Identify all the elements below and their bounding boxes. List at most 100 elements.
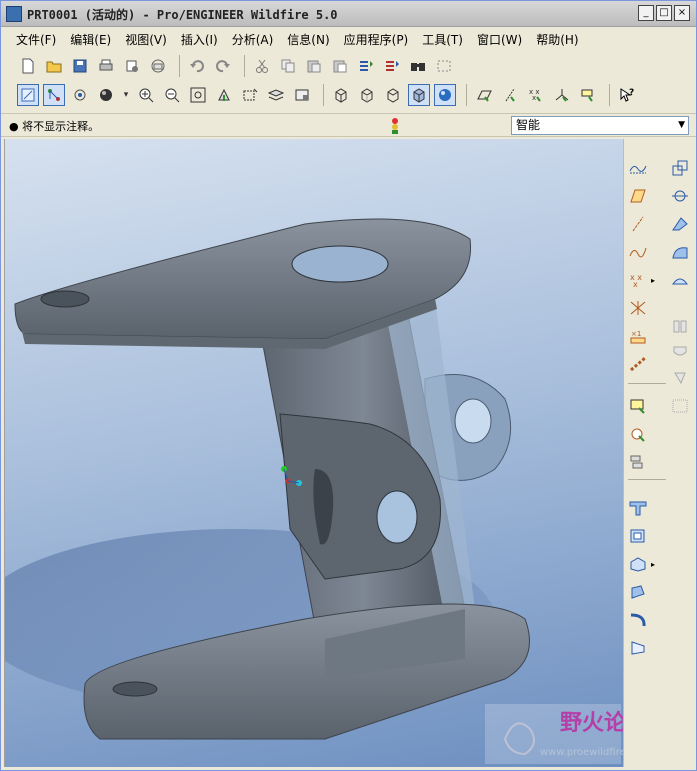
save-icon[interactable]	[69, 55, 91, 77]
message-bar: ● 将不显示注释。 智能 ▼	[1, 113, 696, 137]
datum-planes-icon[interactable]	[473, 84, 495, 106]
menu-tools[interactable]: 工具(T)	[415, 31, 470, 48]
reorient-icon[interactable]	[213, 84, 235, 106]
feature-toolbar: x xx ▸ ×1 ▸	[623, 139, 695, 767]
extrude-icon[interactable]	[668, 315, 692, 337]
window-title: PRT0001 (活动的) - Pro/ENGINEER Wildfire 5.…	[27, 8, 338, 22]
blend-icon[interactable]	[668, 367, 692, 389]
analysis-icon[interactable]	[626, 241, 650, 263]
hidden-line-icon[interactable]	[356, 84, 378, 106]
regenerate-icon[interactable]	[355, 55, 377, 77]
chamfer-icon[interactable]	[626, 525, 650, 547]
draft-icon[interactable]	[626, 451, 650, 473]
find-icon[interactable]	[407, 55, 429, 77]
paste-icon[interactable]	[303, 55, 325, 77]
trim-icon[interactable]	[626, 609, 650, 631]
app-window: PRT0001 (活动的) - Pro/ENGINEER Wildfire 5.…	[0, 0, 697, 771]
bottom-flange-small-hole	[112, 681, 158, 697]
toolbar-separator	[609, 84, 610, 106]
select-box-icon[interactable]	[433, 55, 455, 77]
datum-axes-icon[interactable]	[499, 84, 521, 106]
mail-icon[interactable]	[147, 55, 169, 77]
datum-axis-icon[interactable]	[626, 185, 650, 207]
toolbar-separator	[628, 383, 666, 384]
chevron-right-icon[interactable]: ▸	[648, 553, 658, 575]
toolbar-separator	[628, 479, 666, 480]
copy-icon[interactable]	[277, 55, 299, 77]
appearance-icon[interactable]	[95, 84, 117, 106]
paste-special-icon[interactable]	[329, 55, 351, 77]
minimize-button[interactable]: _	[638, 5, 654, 21]
chevron-right-icon[interactable]: ▸	[648, 269, 658, 291]
cut-icon[interactable]	[251, 55, 273, 77]
redo-icon[interactable]	[212, 55, 234, 77]
saved-views-icon[interactable]	[239, 84, 261, 106]
revolve-icon[interactable]	[668, 341, 692, 363]
maximize-button[interactable]: □	[656, 5, 672, 21]
rib-icon[interactable]	[626, 423, 650, 445]
menu-window[interactable]: 窗口(W)	[470, 31, 529, 48]
undo-icon[interactable]	[186, 55, 208, 77]
menu-applications[interactable]: 应用程序(P)	[337, 31, 416, 48]
menu-info[interactable]: 信息(N)	[280, 31, 336, 48]
part-model	[5, 218, 621, 764]
coord-sys-icon[interactable]	[551, 84, 573, 106]
no-hidden-icon[interactable]	[382, 84, 404, 106]
new-icon[interactable]	[17, 55, 39, 77]
window-controls: _ □ ×	[638, 5, 690, 21]
annotations-icon[interactable]	[577, 84, 599, 106]
sketch-tool-icon[interactable]	[626, 297, 650, 319]
refit-icon[interactable]	[187, 84, 209, 106]
orient-mode-icon[interactable]	[69, 84, 91, 106]
redraw-icon[interactable]	[17, 84, 39, 106]
svg-text:×1: ×1	[631, 330, 641, 338]
watermark-url: www.proewildfire.cn	[540, 747, 623, 758]
selection-filter-select[interactable]: 智能 ▼	[511, 116, 689, 135]
hole-icon[interactable]	[668, 395, 692, 417]
merge-icon[interactable]	[626, 581, 650, 603]
menu-view[interactable]: 视图(V)	[118, 31, 174, 48]
enhanced-realism-icon[interactable]	[434, 84, 456, 106]
copy-icon[interactable]: x xx	[626, 269, 650, 291]
title-bar: PRT0001 (活动的) - Pro/ENGINEER Wildfire 5.…	[1, 1, 696, 27]
context-help-icon[interactable]: ?	[616, 84, 638, 106]
zoom-out-icon[interactable]	[161, 84, 183, 106]
menu-help[interactable]: 帮助(H)	[529, 31, 585, 48]
app-icon	[6, 6, 22, 22]
view-manager-icon[interactable]	[291, 84, 313, 106]
sketched-datum-icon[interactable]: ×1	[626, 325, 650, 347]
coord-system-icon[interactable]	[668, 213, 692, 235]
boundary-blend-icon[interactable]	[668, 241, 692, 263]
top-flange-bore	[291, 245, 389, 283]
datum-points-icon[interactable]: x xx	[525, 84, 547, 106]
layers-icon[interactable]	[265, 84, 287, 106]
send-icon[interactable]	[121, 55, 143, 77]
analysis-feature-icon[interactable]	[626, 353, 650, 375]
mirror-icon[interactable]	[626, 553, 650, 575]
print-icon[interactable]	[95, 55, 117, 77]
sketch-icon[interactable]	[626, 157, 650, 179]
spin-center-icon[interactable]	[43, 84, 65, 106]
watermark-brand: 野火论坛	[560, 711, 623, 736]
menu-edit[interactable]: 编辑(E)	[63, 31, 118, 48]
menu-insert[interactable]: 插入(I)	[174, 31, 225, 48]
wireframe-icon[interactable]	[330, 84, 352, 106]
status-light-icon	[389, 117, 401, 135]
chevron-down-icon[interactable]: ▾	[121, 84, 131, 106]
pattern-icon[interactable]	[626, 637, 650, 659]
open-icon[interactable]	[43, 55, 65, 77]
variable-sweep-icon[interactable]	[668, 269, 692, 291]
graphics-viewport[interactable]: 野火论坛 www.proewildfire.cn	[4, 139, 623, 767]
datum-curve-icon[interactable]	[668, 185, 692, 207]
regen-manager-icon[interactable]	[381, 55, 403, 77]
shading-icon[interactable]	[408, 84, 430, 106]
menu-analysis[interactable]: 分析(A)	[225, 31, 281, 48]
zoom-in-icon[interactable]	[135, 84, 157, 106]
shell-icon[interactable]	[626, 395, 650, 417]
datum-point-icon[interactable]	[626, 213, 650, 235]
menu-file[interactable]: 文件(F)	[9, 31, 63, 48]
close-button[interactable]: ×	[674, 5, 690, 21]
datum-plane-icon[interactable]	[668, 157, 692, 179]
message-text: ● 将不显示注释。	[9, 120, 100, 133]
round-icon[interactable]	[626, 497, 650, 519]
